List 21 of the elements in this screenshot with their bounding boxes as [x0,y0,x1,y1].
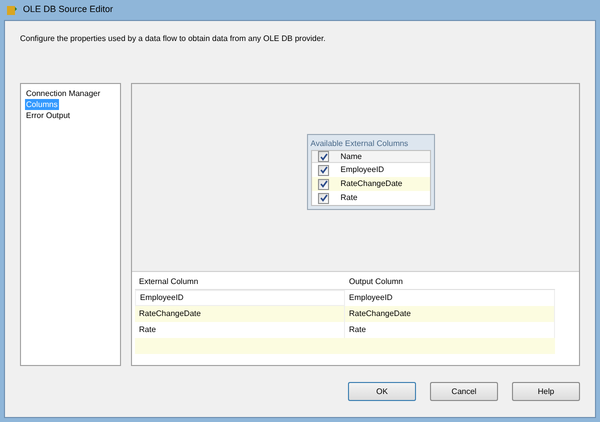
dialog-button[interactable]: Cancel [430,382,498,401]
checkbox[interactable] [318,192,329,204]
panel-title: Available External Columns [310,138,410,150]
table-cell[interactable]: EmployeeID [135,290,345,306]
column-name[interactable]: EmployeeID [336,164,384,176]
column-header: Name [340,150,362,162]
column-name[interactable]: Rate [336,192,358,204]
window-title: OLE DB Source Editor [23,3,114,16]
sidebar-item[interactable]: Connection Manager [25,88,102,99]
checkbox[interactable] [318,164,329,176]
sidebar-item[interactable]: Error Output [25,110,72,121]
checkbox[interactable] [318,151,329,162]
dialog-button[interactable]: Help [512,382,580,401]
column-header: Output Column [348,276,404,288]
column-header: External Column [138,276,200,288]
table-cell[interactable]: RateChangeDate [135,306,345,322]
checkbox[interactable] [318,178,329,190]
description-text: Configure the properties used by a data flow to obtain data from any OLE DB provider. [20,34,326,43]
package-icon [6,4,18,16]
dialog-button[interactable]: OK [348,382,416,401]
table-cell[interactable]: RateChangeDate [345,306,555,322]
